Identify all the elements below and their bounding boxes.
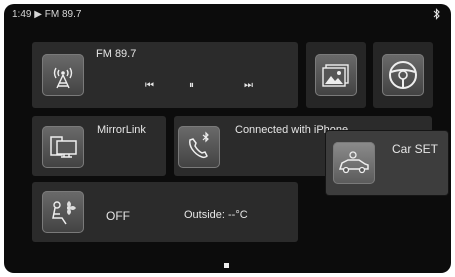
pause-button[interactable]: ⏸: [189, 80, 194, 91]
climate-fan-icon: [42, 191, 84, 233]
mirrorlink-label: MirrorLink: [97, 124, 146, 136]
bluetooth-icon: [433, 8, 441, 23]
steering-wheel-icon: [382, 54, 424, 96]
status-time: 1:49: [12, 9, 32, 20]
car-settings-tile[interactable]: Car SET: [326, 131, 448, 195]
mirrorlink-icon: [42, 126, 84, 168]
next-track-button[interactable]: ⏭: [244, 80, 253, 91]
climate-state: OFF: [106, 209, 130, 223]
radio-tile[interactable]: FM 89.7 ⏮ ⏸ ⏭: [32, 42, 298, 108]
page-indicator-dot: [224, 263, 229, 268]
status-bar: 1:49 ▶ FM 89.7: [4, 4, 451, 26]
steering-tile[interactable]: [373, 42, 433, 108]
car-settings-label: Car SET: [392, 142, 439, 156]
car-settings-icon: [333, 142, 375, 184]
home-screen: 1:49 ▶ FM 89.7 FM 89.7 ⏮ ⏸ ⏭ MirrorLink …: [4, 4, 451, 273]
previous-track-button[interactable]: ⏮: [145, 80, 154, 91]
bluetooth-phone-icon: [178, 126, 220, 168]
image-gallery-icon: [315, 54, 357, 96]
climate-tile[interactable]: OFF Outside: --°C: [32, 182, 298, 242]
mirrorlink-tile[interactable]: MirrorLink: [32, 116, 166, 176]
radio-station-title: FM 89.7: [96, 48, 137, 60]
outside-temperature: Outside: --°C: [184, 209, 248, 221]
radio-antenna-icon: [42, 54, 84, 96]
play-indicator-icon: ▶: [34, 9, 42, 20]
gallery-tile[interactable]: [306, 42, 366, 108]
status-station: FM 89.7: [44, 9, 82, 20]
